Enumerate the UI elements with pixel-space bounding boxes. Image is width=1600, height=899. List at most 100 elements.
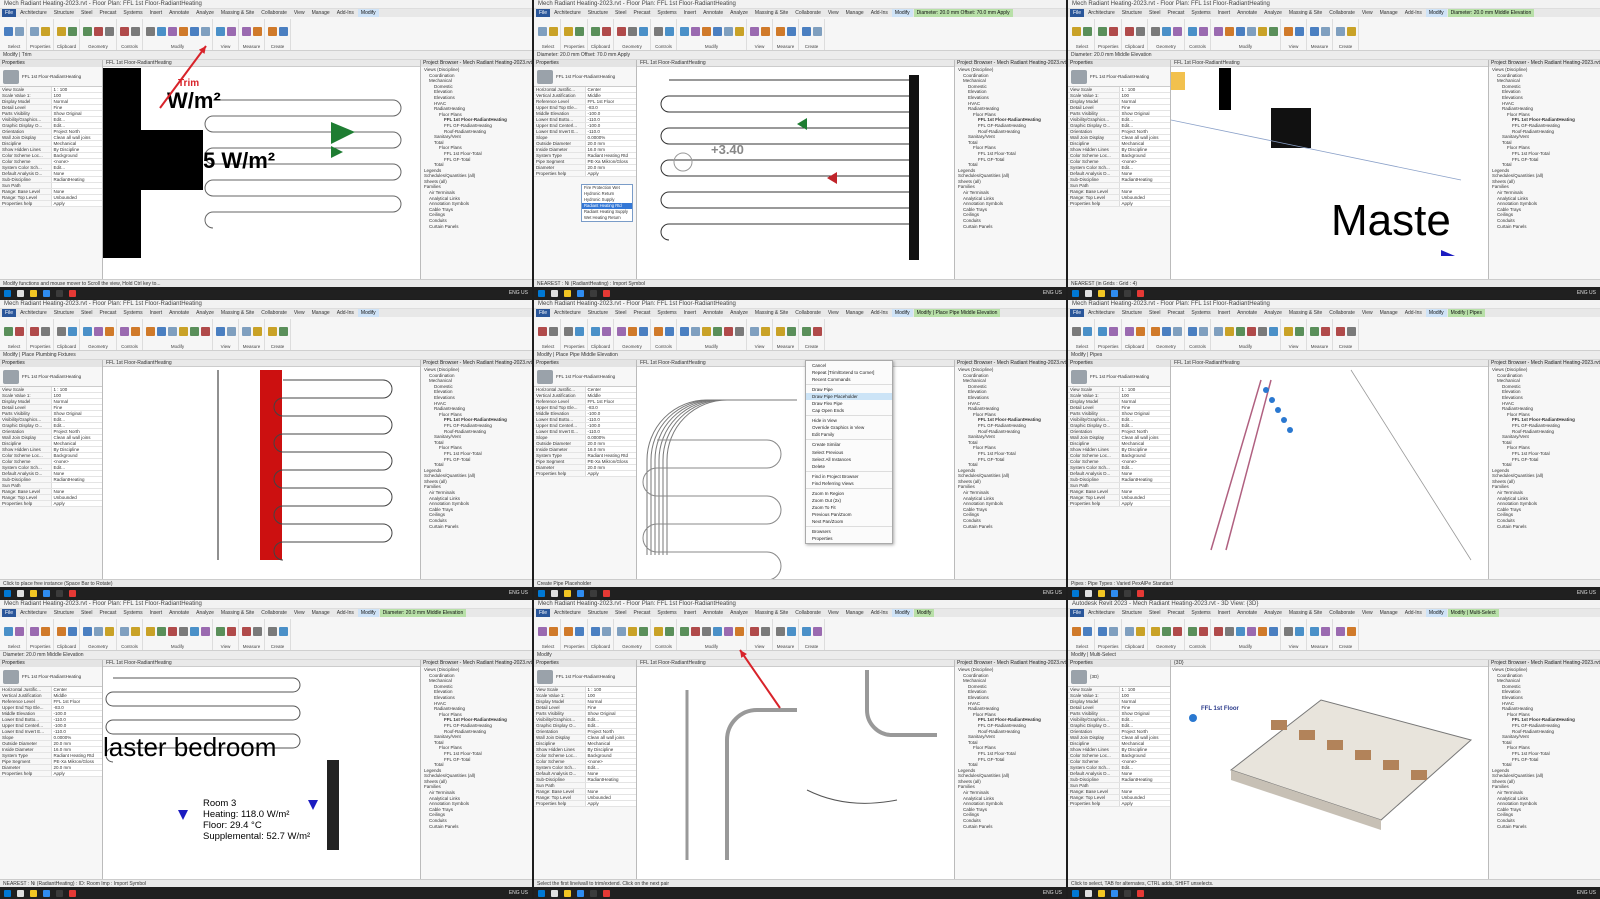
tool-icon[interactable]: [564, 27, 574, 36]
property-value[interactable]: Radiant Heating Rtd: [584, 153, 636, 158]
ribbon-tab[interactable]: Structure: [585, 609, 611, 617]
property-value[interactable]: Normal: [50, 99, 102, 104]
property-value[interactable]: Mechanical: [584, 741, 636, 746]
tool-icon[interactable]: [712, 27, 722, 36]
taskbar-app-icon[interactable]: [1137, 589, 1144, 597]
tool-icon[interactable]: [627, 627, 637, 636]
taskbar-app-icon[interactable]: [30, 889, 37, 897]
property-value[interactable]: Show Original: [584, 711, 636, 716]
tool-icon[interactable]: [1213, 27, 1223, 36]
ribbon-tab[interactable]: Add-Ins: [868, 609, 891, 617]
property-value[interactable]: Edit...: [50, 123, 102, 128]
taskbar-app-icon[interactable]: [69, 889, 76, 897]
view-tab[interactable]: FFL 1st Floor-RadiantHeating: [1171, 60, 1488, 67]
property-value[interactable]: PE-Xa Mikron/Gloss: [584, 459, 636, 464]
ribbon-tab[interactable]: Analyze: [1261, 9, 1285, 17]
property-value[interactable]: RadiantHeating: [50, 177, 102, 182]
ribbon-tab[interactable]: Modify: [357, 9, 379, 17]
tool-icon[interactable]: [679, 627, 689, 636]
tool-icon[interactable]: [1246, 27, 1256, 36]
tool-icon[interactable]: [712, 327, 722, 336]
tool-icon[interactable]: [734, 627, 744, 636]
property-value[interactable]: 100: [1118, 393, 1170, 398]
property-value[interactable]: None: [584, 771, 636, 776]
tool-icon[interactable]: [1335, 327, 1345, 336]
ribbon-tab[interactable]: Annotate: [700, 609, 726, 617]
tool-icon[interactable]: [4, 627, 13, 636]
tool-icon[interactable]: [1335, 627, 1345, 636]
tool-icon[interactable]: [564, 327, 574, 336]
tool-icon[interactable]: [575, 327, 585, 336]
ribbon-tab[interactable]: Insert: [681, 9, 700, 17]
tool-icon[interactable]: [1268, 27, 1278, 36]
properties-help-link[interactable]: Properties help: [534, 171, 585, 176]
tool-icon[interactable]: [1283, 327, 1293, 336]
ribbon-tab[interactable]: Modify: [1425, 309, 1447, 317]
tool-icon[interactable]: [1098, 327, 1108, 336]
tool-icon[interactable]: [104, 627, 114, 636]
tool-icon[interactable]: [1320, 627, 1330, 636]
property-value[interactable]: <none>: [50, 459, 102, 464]
tool-icon[interactable]: [215, 27, 225, 36]
tool-icon[interactable]: [723, 327, 733, 336]
property-value[interactable]: 100: [50, 93, 102, 98]
properties-help-link[interactable]: Properties help: [0, 771, 51, 776]
property-value[interactable]: -110.0: [584, 429, 636, 434]
property-value[interactable]: Unbounded: [50, 195, 102, 200]
ribbon-tab[interactable]: Add-Ins: [334, 309, 357, 317]
ribbon-tab[interactable]: Systems: [654, 9, 679, 17]
tool-icon[interactable]: [812, 627, 822, 636]
tool-icon[interactable]: [801, 327, 811, 336]
ribbon-tab[interactable]: Collaborate: [1326, 9, 1358, 17]
ribbon-tab[interactable]: Systems: [120, 309, 145, 317]
property-value[interactable]: Project North: [1118, 729, 1170, 734]
taskbar-app-icon[interactable]: [577, 589, 584, 597]
property-value[interactable]: 1 : 100: [1118, 687, 1170, 692]
ribbon-tab[interactable]: Structure: [1119, 309, 1145, 317]
tool-icon[interactable]: [749, 27, 759, 36]
property-value[interactable]: Normal: [1118, 699, 1170, 704]
browser-tree-item[interactable]: Curtain Panels: [1489, 824, 1600, 830]
property-value[interactable]: 1 : 100: [1118, 87, 1170, 92]
tool-icon[interactable]: [1257, 27, 1267, 36]
tool-icon[interactable]: [638, 327, 648, 336]
apply-button[interactable]: Apply: [1118, 801, 1170, 806]
drawing-view[interactable]: FFL 1st Floor-RadiantHeating: [103, 360, 420, 579]
property-value[interactable]: Edit...: [584, 765, 636, 770]
taskbar-app-icon[interactable]: [1111, 889, 1118, 897]
drawing-view[interactable]: FFL 1st Floor-RadiantHeating Maste: [1171, 60, 1488, 279]
property-value[interactable]: By Discipline: [584, 747, 636, 752]
taskbar-app-icon[interactable]: [4, 289, 11, 297]
tool-icon[interactable]: [1187, 627, 1197, 636]
context-menu-item[interactable]: Delete: [806, 463, 892, 470]
property-value[interactable]: Show Original: [1118, 711, 1170, 716]
view-tab[interactable]: FFL 1st Floor-RadiantHeating: [103, 360, 420, 367]
ribbon-tab[interactable]: Massing & Site: [218, 9, 257, 17]
property-value[interactable]: By Discipline: [50, 147, 102, 152]
tool-icon[interactable]: [786, 327, 796, 336]
property-value[interactable]: Edit...: [1118, 765, 1170, 770]
tool-icon[interactable]: [653, 327, 663, 336]
ribbon-tab[interactable]: Insert: [681, 609, 700, 617]
ribbon-tab[interactable]: Manage: [843, 9, 867, 17]
tool-icon[interactable]: [1224, 27, 1234, 36]
property-value[interactable]: 16.0 mm: [50, 747, 102, 752]
ribbon-tab[interactable]: Steel: [1146, 309, 1163, 317]
tool-icon[interactable]: [549, 627, 558, 636]
tool-icon[interactable]: [760, 627, 770, 636]
browser-tree-item[interactable]: Curtain Panels: [421, 224, 532, 230]
property-value[interactable]: None: [1118, 489, 1170, 494]
taskbar-app-icon[interactable]: [1124, 889, 1131, 897]
tool-icon[interactable]: [601, 27, 611, 36]
property-value[interactable]: Clean all wall joins: [1118, 735, 1170, 740]
ribbon-tab[interactable]: Collaborate: [792, 609, 824, 617]
ribbon-tab[interactable]: View: [825, 9, 842, 17]
tool-icon[interactable]: [82, 327, 92, 336]
property-value[interactable]: <none>: [584, 759, 636, 764]
tool-icon[interactable]: [241, 327, 251, 336]
tool-icon[interactable]: [701, 627, 711, 636]
property-value[interactable]: 0.0000%: [584, 435, 636, 440]
tool-icon[interactable]: [215, 627, 225, 636]
tool-icon[interactable]: [1161, 27, 1171, 36]
taskbar-app-icon[interactable]: [603, 889, 610, 897]
